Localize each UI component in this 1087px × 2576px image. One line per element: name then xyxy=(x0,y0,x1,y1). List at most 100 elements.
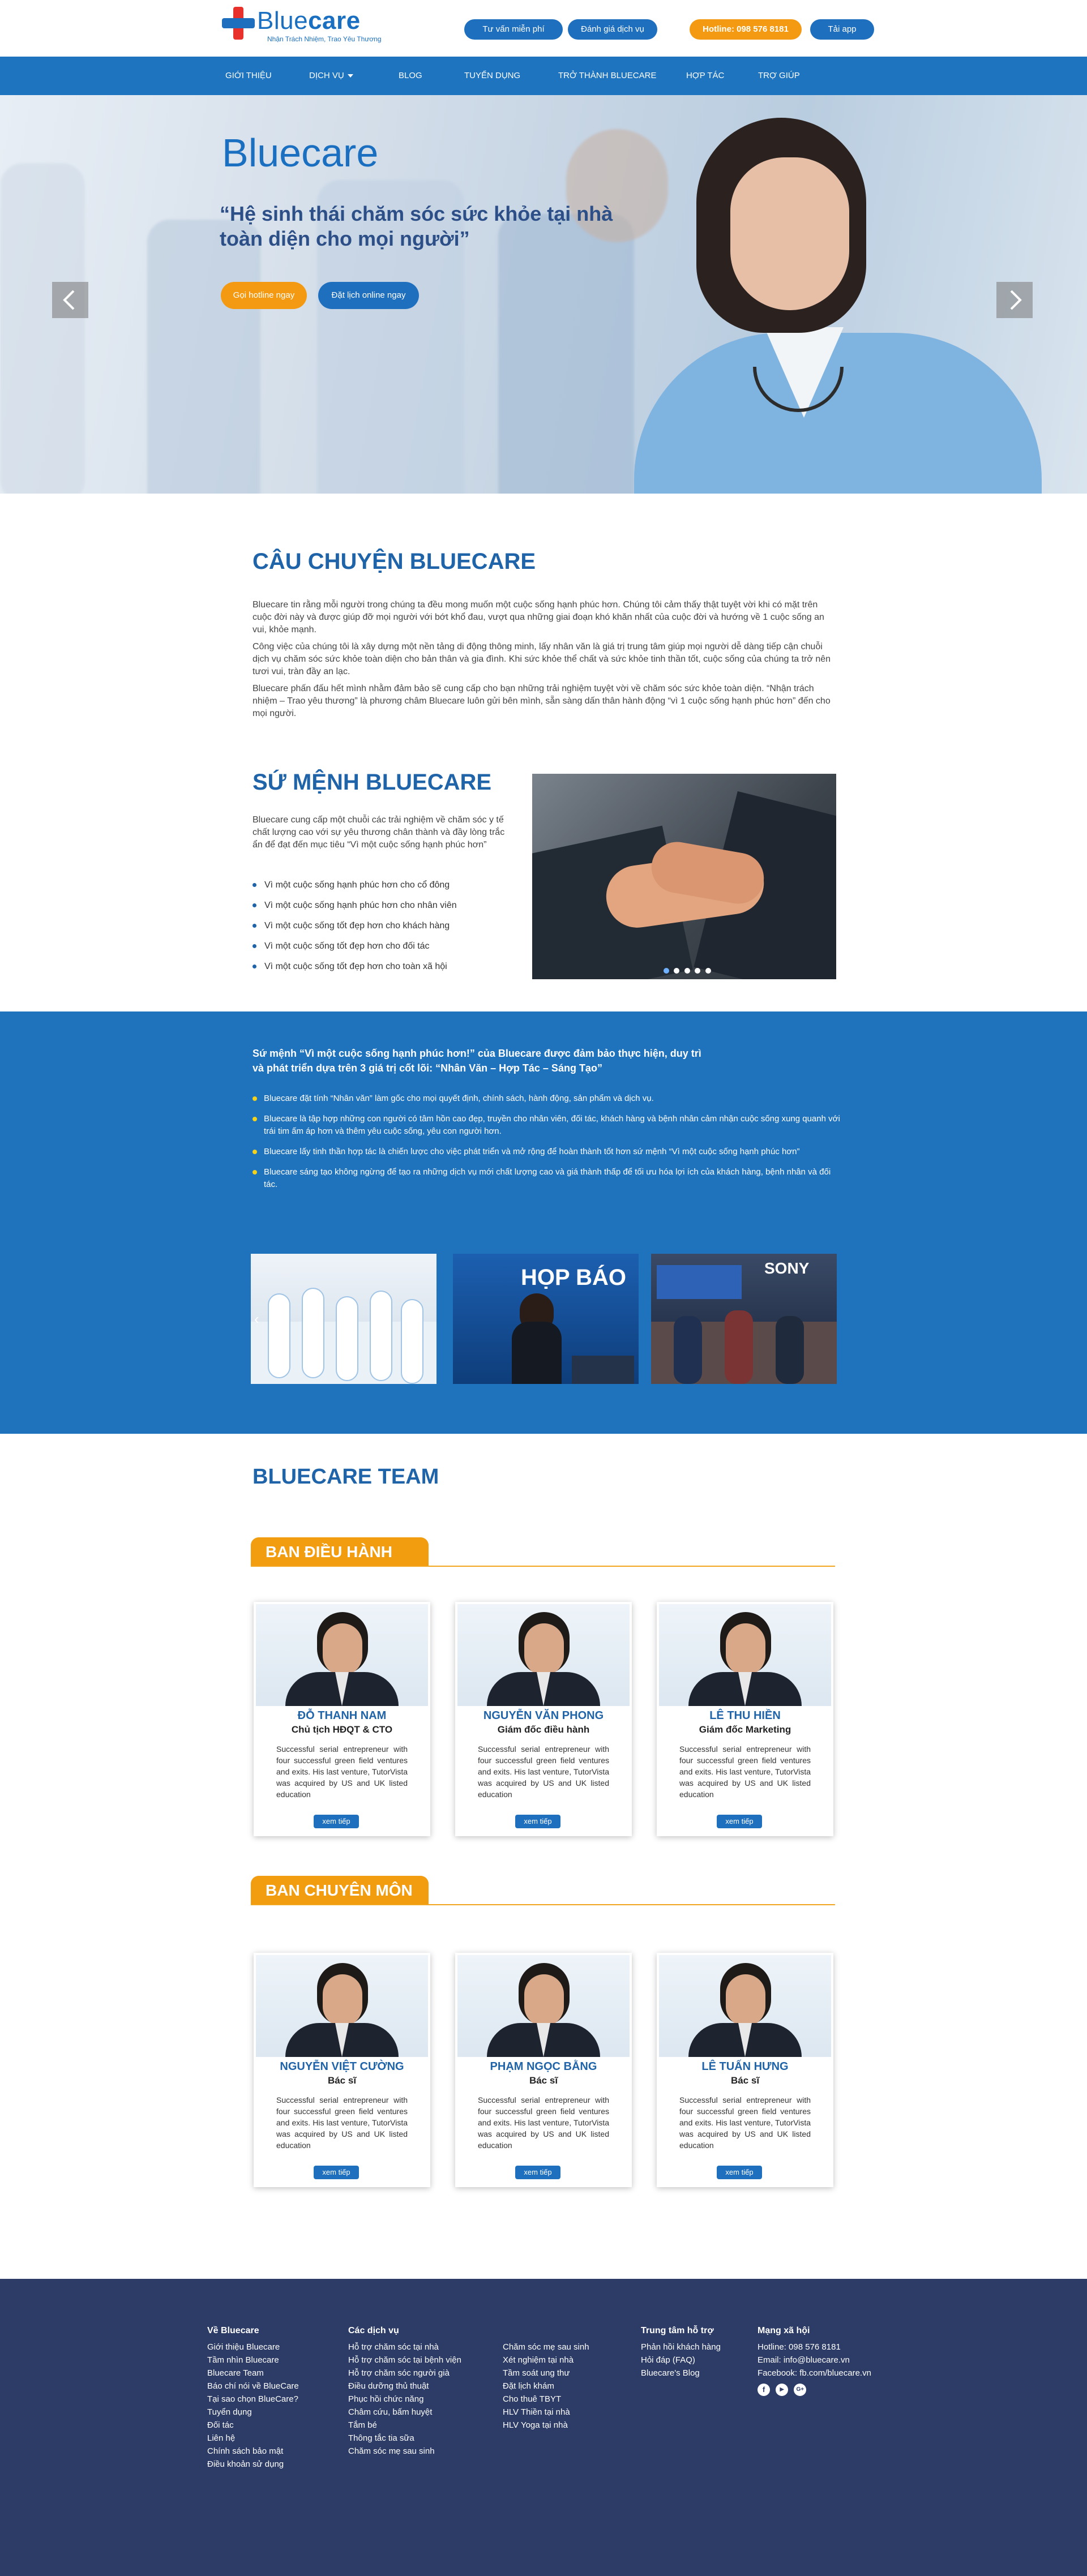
nav-item-help[interactable]: TRỢ GIÚP xyxy=(758,57,800,95)
footer-social-column: Mạng xã hội Hotline: 098 576 8181 Email:… xyxy=(758,2324,871,2397)
slider-dot[interactable] xyxy=(695,968,701,974)
review-service-button[interactable]: Đánh giá dịch vụ xyxy=(568,19,657,40)
read-more-button[interactable]: xem tiếp xyxy=(515,1815,560,1828)
event-banner-text: SONY xyxy=(764,1259,810,1277)
footer-link[interactable]: Tại sao chọn BlueCare? xyxy=(207,2393,299,2406)
read-more-button[interactable]: xem tiếp xyxy=(515,2166,560,2179)
read-more-button[interactable]: xem tiếp xyxy=(314,1815,359,1828)
gallery-image-event[interactable]: SONY xyxy=(651,1254,837,1384)
footer-email[interactable]: Email: info@bluecare.vn xyxy=(758,2354,871,2367)
bullet-dot-icon xyxy=(253,924,256,928)
footer-link[interactable]: Điều dưỡng thủ thuật xyxy=(348,2380,461,2393)
footer-link[interactable]: Điều khoản sử dụng xyxy=(207,2458,299,2471)
member-photo xyxy=(457,1604,630,1706)
footer-support-column: Trung tâm hỗ trợ Phản hồi khách hàng Hỏi… xyxy=(641,2324,721,2380)
read-more-button[interactable]: xem tiếp xyxy=(717,1815,762,1828)
footer-link[interactable]: Tầm nhìn Bluecare xyxy=(207,2354,299,2367)
slider-dot[interactable] xyxy=(684,968,690,974)
footer-link[interactable]: Liên hệ xyxy=(207,2432,299,2445)
team-card: NGUYỄN VĂN PHONG Giám đốc điều hành Succ… xyxy=(455,1602,632,1836)
slider-dot[interactable] xyxy=(705,968,711,974)
value-bullet: Bluecare lấy tinh thần hợp tác là chiến … xyxy=(253,1146,841,1158)
press-banner-text: HỌP BÁO xyxy=(521,1265,626,1290)
footer-link[interactable]: Giới thiệu Bluecare xyxy=(207,2341,299,2354)
slider-dot[interactable] xyxy=(674,968,680,974)
book-online-button[interactable]: Đặt lịch online ngay xyxy=(318,282,419,309)
footer-link[interactable]: Đối tác xyxy=(207,2419,299,2432)
nav-item-services[interactable]: DỊCH VỤ xyxy=(309,57,353,95)
footer-link[interactable]: HLV Yoga tại nhà xyxy=(503,2419,589,2432)
footer-link[interactable]: Tắm bé xyxy=(348,2419,461,2432)
footer-link[interactable]: Chăm sóc mẹ sau sinh xyxy=(348,2445,461,2458)
bullet-dot-icon xyxy=(253,1170,257,1175)
hero-slider: Bluecare “Hệ sinh thái chăm sóc sức khỏe… xyxy=(0,95,1087,494)
team-title: BLUECARE TEAM xyxy=(253,1465,439,1489)
doctor-face xyxy=(730,157,849,310)
footer-link[interactable]: Bluecare's Blog xyxy=(641,2367,721,2380)
mission-bullet: Vì một cuộc sống hạnh phúc hơn cho nhân … xyxy=(253,895,513,916)
member-photo xyxy=(659,1955,831,2057)
footer-facebook[interactable]: Facebook: fb.com/bluecare.vn xyxy=(758,2367,871,2380)
download-app-button[interactable]: Tải app xyxy=(810,19,874,40)
slider-dot[interactable] xyxy=(664,968,669,974)
footer-heading: Về Bluecare xyxy=(207,2326,259,2335)
footer-link[interactable]: Hỗ trợ chăm sóc tại bệnh viện xyxy=(348,2354,461,2367)
bullet-dot-icon xyxy=(253,1150,257,1155)
prof-team-heading: BAN CHUYÊN MÔN xyxy=(251,1876,429,1905)
member-name: LÊ TUẤN HƯNG xyxy=(701,2060,789,2073)
member-description: Successful serial entrepreneur with four… xyxy=(679,1745,811,1799)
read-more-button[interactable]: xem tiếp xyxy=(314,2166,359,2179)
google-plus-icon[interactable]: G+ xyxy=(794,2384,807,2397)
values-list: Bluecare đặt tính “Nhân văn” làm gốc cho… xyxy=(253,1092,841,1191)
logo-tagline: Nhận Trách Nhiệm, Trao Yêu Thương xyxy=(267,35,382,43)
call-hotline-button[interactable]: Gọi hotline ngay xyxy=(221,282,307,309)
read-more-button[interactable]: xem tiếp xyxy=(717,2166,762,2179)
facebook-icon[interactable]: f xyxy=(758,2384,770,2397)
footer-link[interactable]: Châm cứu, bấm huyệt xyxy=(348,2406,461,2419)
footer-link[interactable]: Tầm soát ung thư xyxy=(503,2367,589,2380)
footer-link[interactable]: Phản hồi khách hàng xyxy=(641,2341,721,2354)
gallery-image-staff[interactable]: ‹ xyxy=(251,1254,436,1384)
background-figure xyxy=(147,220,260,494)
nav-item-about[interactable]: GIỚI THIỆU xyxy=(225,57,272,95)
story-paragraph: Bluecare tin rằng mỗi người trong chúng … xyxy=(253,600,824,635)
member-role: Bác sĩ xyxy=(529,2075,558,2086)
member-role: Giám đốc điều hành xyxy=(497,1724,590,1735)
bullet-dot-icon xyxy=(253,1117,257,1122)
free-consult-button[interactable]: Tư vấn miễn phí xyxy=(464,19,563,40)
mission-title: SỨ MỆNH BLUECARE xyxy=(253,770,492,795)
gallery-image-press[interactable]: HỌP BÁO xyxy=(453,1254,639,1384)
footer-link[interactable]: Chăm sóc mẹ sau sinh xyxy=(503,2341,589,2354)
slider-prev-button[interactable] xyxy=(52,282,88,318)
footer-link[interactable]: HLV Thiền tại nhà xyxy=(503,2406,589,2419)
footer-link[interactable]: Phục hồi chức năng xyxy=(348,2393,461,2406)
footer-link[interactable]: Hỏi đáp (FAQ) xyxy=(641,2354,721,2367)
nav-item-careers[interactable]: TUYỂN DỤNG xyxy=(464,57,520,95)
footer-link[interactable]: Cho thuê TBYT xyxy=(503,2393,589,2406)
footer-link[interactable]: Thông tắc tia sữa xyxy=(348,2432,461,2445)
footer-hotline: Hotline: 098 576 8181 xyxy=(758,2342,841,2352)
footer-heading: Trung tâm hỗ trợ xyxy=(641,2326,714,2335)
footer-link[interactable]: Tuyển dụng xyxy=(207,2406,299,2419)
caret-down-icon xyxy=(347,74,353,78)
footer-link[interactable]: Xét nghiệm tại nhà xyxy=(503,2354,589,2367)
footer-link[interactable]: Hỗ trợ chăm sóc tại nhà xyxy=(348,2341,461,2354)
hotline-button[interactable]: Hotline: 098 576 8181 xyxy=(690,19,802,40)
footer-about-column: Về Bluecare Giới thiệu Bluecare Tầm nhìn… xyxy=(207,2324,299,2471)
logo[interactable]: Bluecare Nhận Trách Nhiệm, Trao Yêu Thươ… xyxy=(222,7,382,43)
footer-link[interactable]: Báo chí nói về BlueCare xyxy=(207,2380,299,2393)
nav-item-partners[interactable]: HỢP TÁC xyxy=(686,57,724,95)
footer-link[interactable]: Đặt lịch khám xyxy=(503,2380,589,2393)
nav-item-become-bluecare[interactable]: TRỞ THÀNH BLUECARE xyxy=(558,57,656,95)
footer-link[interactable]: Chính sách bảo mật xyxy=(207,2445,299,2458)
background-figure xyxy=(0,163,85,494)
hero-logo: Bluecare xyxy=(222,131,379,175)
footer-link[interactable]: Bluecare Team xyxy=(207,2367,299,2380)
member-description: Successful serial entrepreneur with four… xyxy=(679,2095,811,2150)
chevron-left-icon[interactable]: ‹ xyxy=(254,1310,266,1327)
youtube-icon[interactable]: ▶ xyxy=(776,2384,789,2397)
footer-heading: Mạng xã hội xyxy=(758,2326,810,2335)
footer-link[interactable]: Hỗ trợ chăm sóc người già xyxy=(348,2367,461,2380)
slider-next-button[interactable] xyxy=(996,282,1033,318)
nav-item-blog[interactable]: BLOG xyxy=(399,57,422,95)
